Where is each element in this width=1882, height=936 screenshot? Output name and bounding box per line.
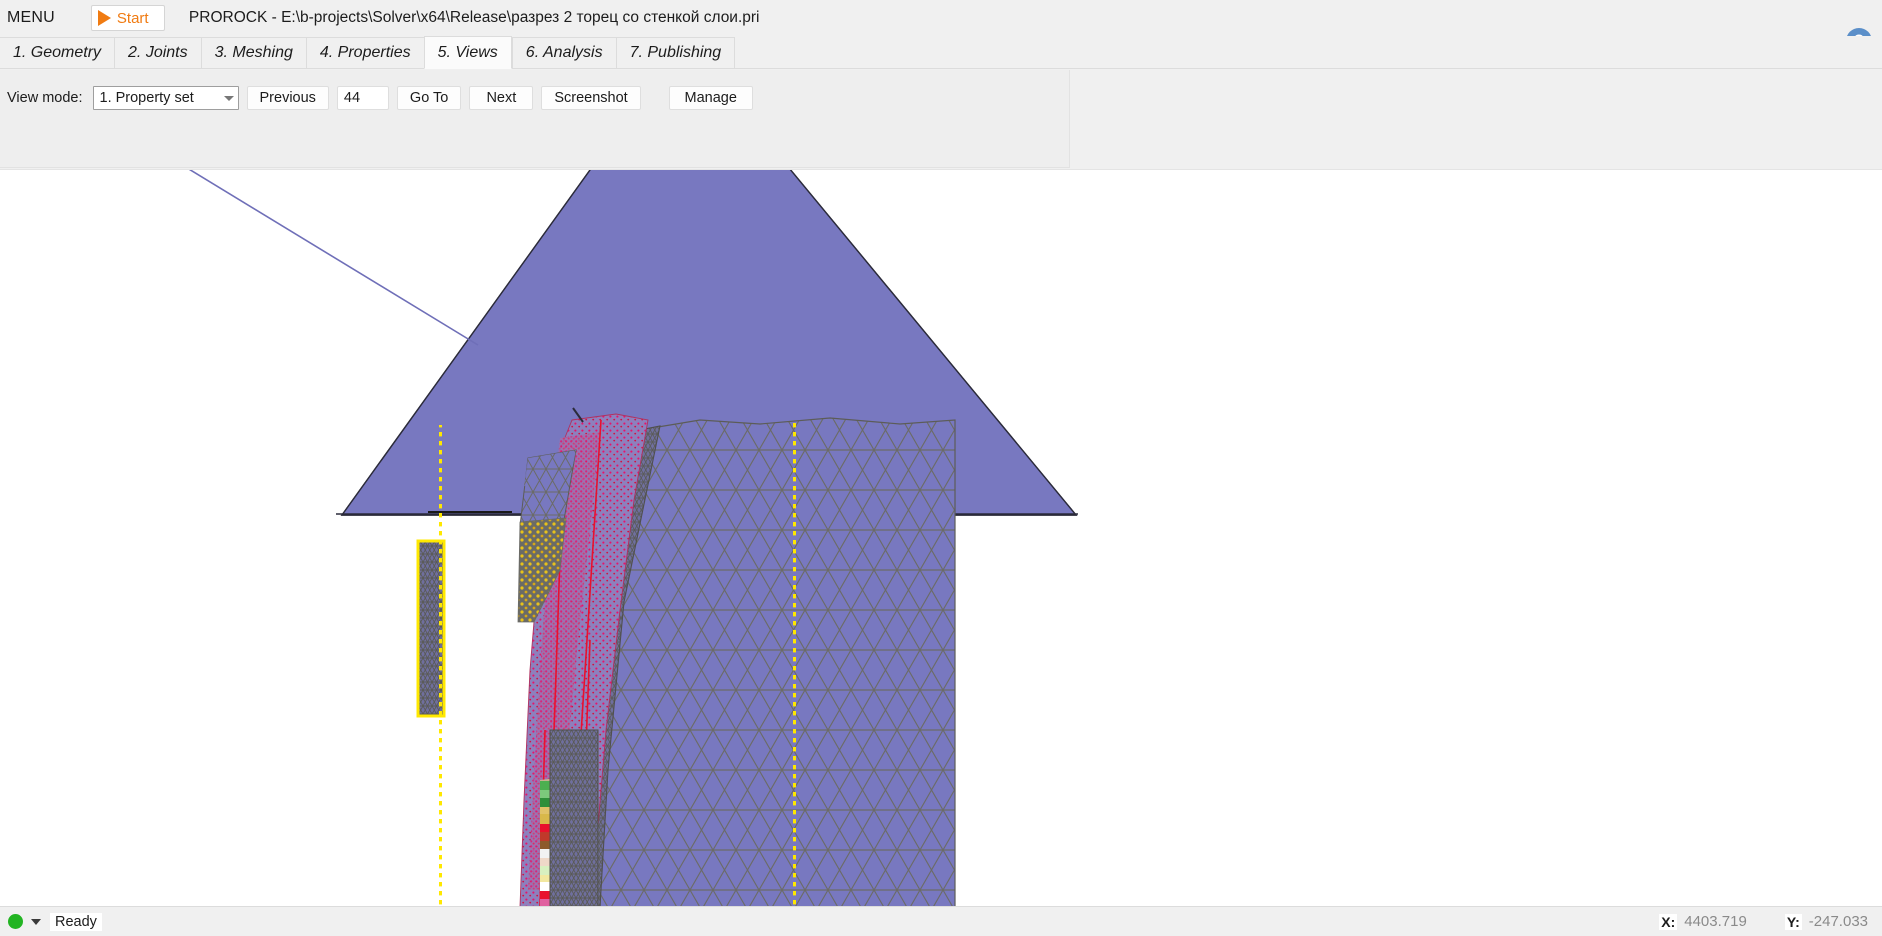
status-text: Ready xyxy=(50,912,102,931)
status-dropdown-icon[interactable] xyxy=(31,918,41,925)
start-button[interactable]: Start xyxy=(90,5,165,31)
cursor-coordinates: X: 4403.719 Y: -247.033 xyxy=(1659,913,1868,930)
main-tab-bar: 1. Geometry 2. Joints 3. Meshing 4. Prop… xyxy=(0,36,1882,69)
model-viewport[interactable] xyxy=(0,169,1882,906)
chevron-down-icon xyxy=(223,95,234,101)
status-bar: Ready X: 4403.719 Y: -247.033 xyxy=(0,906,1882,936)
screenshot-button[interactable]: Screenshot xyxy=(541,86,641,110)
coordinate-x-value: 4403.719 xyxy=(1684,913,1747,930)
start-button-label: Start xyxy=(116,9,149,27)
model-canvas xyxy=(0,170,1882,906)
coordinate-x: X: 4403.719 xyxy=(1659,913,1747,930)
application-window: MENU Start PROROCK - E:\b-projects\Solve… xyxy=(0,0,1882,936)
view-index-input[interactable] xyxy=(336,86,389,110)
coordinate-y-value: -247.033 xyxy=(1808,913,1868,930)
tab-properties[interactable]: 4. Properties xyxy=(305,37,424,68)
coordinate-y-label: Y: xyxy=(1784,913,1802,930)
tab-joints[interactable]: 2. Joints xyxy=(114,37,201,68)
tab-views[interactable]: 5. Views xyxy=(423,36,512,69)
views-toolbar-row: View mode: 1. Property set Previous Go T… xyxy=(7,86,753,110)
view-mode-selected-value: 1. Property set xyxy=(99,90,194,106)
boundary-condition-markers-left xyxy=(437,425,442,906)
tab-publishing[interactable]: 7. Publishing xyxy=(615,37,736,68)
tab-analysis[interactable]: 6. Analysis xyxy=(511,37,616,68)
menu-button[interactable]: MENU xyxy=(7,9,55,27)
document-title: PROROCK - E:\b-projects\Solver\x64\Relea… xyxy=(188,9,760,26)
manage-button[interactable]: Manage xyxy=(668,86,753,110)
view-mode-label: View mode: xyxy=(7,90,83,106)
previous-button[interactable]: Previous xyxy=(246,86,329,110)
title-bar: MENU Start PROROCK - E:\b-projects\Solve… xyxy=(0,0,1882,36)
go-to-button[interactable]: Go To xyxy=(396,86,462,110)
coordinate-y: Y: -247.033 xyxy=(1784,913,1868,930)
boundary-condition-markers-right xyxy=(791,423,796,906)
status-indicator-icon xyxy=(8,914,23,929)
tab-meshing[interactable]: 3. Meshing xyxy=(200,37,306,68)
lower-support-column xyxy=(549,729,599,906)
views-toolbar-panel: View mode: 1. Property set Previous Go T… xyxy=(0,70,1070,168)
meshed-rock-block xyxy=(599,417,956,906)
coordinate-x-label: X: xyxy=(1659,913,1678,930)
tab-geometry[interactable]: 1. Geometry xyxy=(0,37,115,68)
play-icon xyxy=(97,10,111,26)
view-mode-select[interactable]: 1. Property set xyxy=(92,86,239,110)
next-button[interactable]: Next xyxy=(469,86,534,110)
